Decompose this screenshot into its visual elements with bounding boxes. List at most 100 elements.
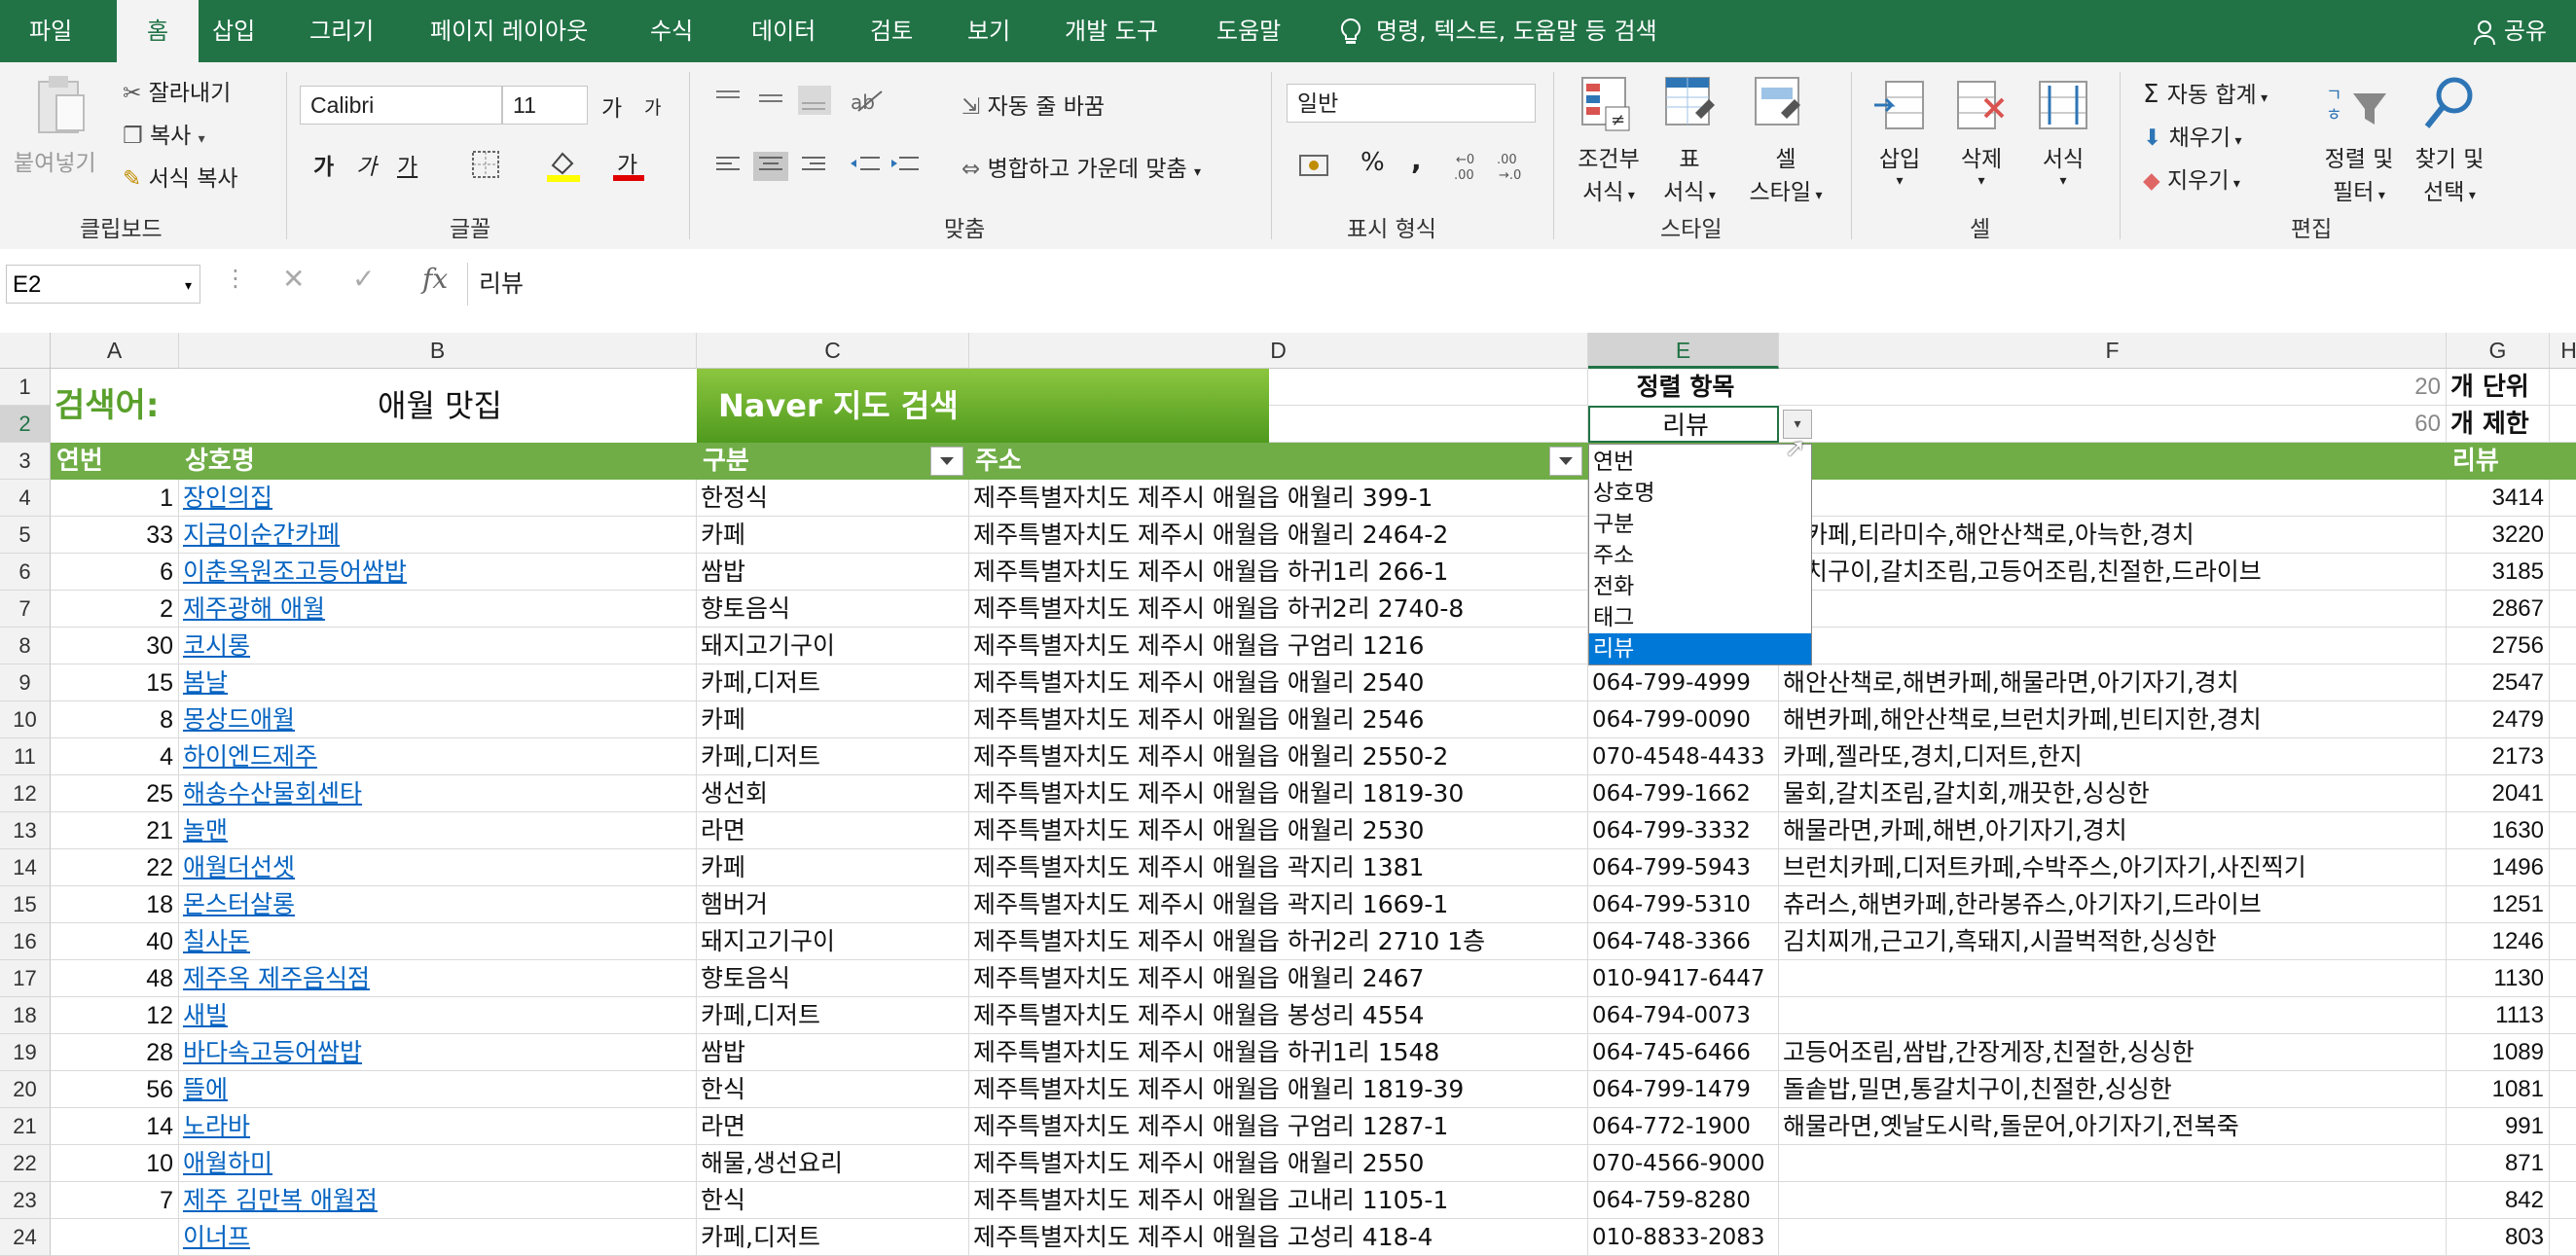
filter-dropdown-button[interactable] [930,447,963,476]
italic-button[interactable]: 가 [356,148,377,181]
cell-address[interactable]: 제주특별자치도 제주시 애월읍 곽지리 1381 [969,849,1588,886]
cell-address[interactable]: 제주특별자치도 제주시 애월읍 하귀1리 1548 [969,1034,1588,1071]
vertical-align-icons[interactable] [714,86,843,115]
cell-address[interactable]: 제주특별자치도 제주시 애월읍 애월리 2550-2 [969,738,1588,775]
cell-no[interactable]: 48 [51,960,179,997]
row-header[interactable]: 22 [0,1145,51,1182]
cell-category[interactable]: 햄버거 [697,886,969,923]
cell-address[interactable]: 제주특별자치도 제주시 애월읍 애월리 399-1 [969,480,1588,517]
cell-name[interactable]: 하이엔드제주 [179,738,697,775]
row-header[interactable]: 13 [0,812,51,849]
insert-cells-button[interactable]: 삽입 ▾ [1872,140,1927,189]
cell-phone[interactable]: 064-794-0073 [1588,997,1779,1034]
cell-phone[interactable]: 010-9417-6447 [1588,960,1779,997]
cell-address[interactable]: 제주특별자치도 제주시 애월읍 구엄리 1287-1 [969,1108,1588,1145]
cell-tags[interactable] [1779,480,2447,517]
font-name-select[interactable]: Calibri [300,86,502,125]
cell-category[interactable]: 카페 [697,701,969,738]
naver-search-button[interactable]: Naver 지도 검색 [697,369,1269,443]
cell-phone[interactable]: 064-799-5310 [1588,886,1779,923]
tab-file[interactable]: 파일 [29,0,72,62]
row-header[interactable]: 23 [0,1182,51,1219]
tab-home[interactable]: 홈 [117,0,199,62]
cell-category[interactable]: 쌈밥 [697,554,969,591]
cell-tags[interactable]: 갈치구이,갈치조림,고등어조림,친절한,드라이브 [1779,554,2447,591]
cell-phone[interactable]: 064-799-5943 [1588,849,1779,886]
enter-icon[interactable]: ✓ [352,263,375,295]
cell-category[interactable]: 카페 [697,517,969,554]
row-header[interactable]: 6 [0,554,51,591]
cut-button[interactable]: ✂ 잘라내기 [123,74,231,107]
search-label-cell[interactable]: 검색어: [51,369,179,443]
cell-reviews[interactable]: 1113 [2447,997,2550,1034]
horizontal-align-icons[interactable] [714,152,851,181]
sort-value-cell[interactable]: 리뷰 [1588,406,1779,443]
cell-phone[interactable]: 064-799-3332 [1588,812,1779,849]
cell-tags[interactable] [1779,1219,2447,1256]
row-header[interactable]: 18 [0,997,51,1034]
unit-count-cell[interactable]: 20 [2291,369,2447,406]
cell-name[interactable]: 몬스터살롱 [179,886,697,923]
table-format-button[interactable]: 표 서식 ▾ [1658,140,1721,206]
find-select-button[interactable]: 찾기 및 선택 ▾ [2410,140,2489,206]
cell-reviews[interactable]: 1089 [2447,1034,2550,1071]
cell-no[interactable]: 21 [51,812,179,849]
cell-category[interactable]: 카페,디저트 [697,1219,969,1256]
decimal-icons[interactable]: ←0.00.00→.0 [1454,148,1536,183]
dropdown-option[interactable]: 구분 [1589,509,1811,540]
grow-font-button[interactable]: 가 [601,90,622,123]
orientation-icon[interactable]: ab [849,86,897,115]
cell-category[interactable]: 카페,디저트 [697,997,969,1034]
cell-category[interactable]: 한식 [697,1071,969,1108]
cell-reviews[interactable]: 1630 [2447,812,2550,849]
cell-name[interactable]: 노라바 [179,1108,697,1145]
cell-tags[interactable]: 해안산책로,해변카페,해물라면,아기자기,경치 [1779,664,2447,701]
sort-label-cell[interactable]: 정렬 항목 [1588,369,1779,406]
cell-no[interactable]: 18 [51,886,179,923]
column-header-c[interactable]: C [697,333,969,369]
cell-reviews[interactable]: 2547 [2447,664,2550,701]
cell-tags[interactable] [1779,997,2447,1034]
cell-category[interactable]: 한정식 [697,480,969,517]
row-header[interactable]: 15 [0,886,51,923]
dropdown-option[interactable]: 태그 [1589,602,1811,633]
cell-address[interactable]: 제주특별자치도 제주시 애월읍 애월리 2530 [969,812,1588,849]
fill-color-icon[interactable] [545,148,584,183]
select-all-corner[interactable] [0,333,51,369]
cell-tags[interactable]: 해물라면,카페,해변,아기자기,경치 [1779,812,2447,849]
search-keyword-cell[interactable]: 애월 맛집 [179,369,697,443]
cell-name[interactable]: 장인의집 [179,480,697,517]
row-header[interactable]: 19 [0,1034,51,1071]
paste-button[interactable]: 붙여넣기 [14,144,96,177]
cell-no[interactable] [51,1219,179,1256]
delete-cells-button[interactable]: 삭제 ▾ [1954,140,2009,189]
cell-name[interactable]: 이춘옥원조고등어쌈밥 [179,554,697,591]
cell-name[interactable]: 봄날 [179,664,697,701]
cell-address[interactable]: 제주특별자치도 제주시 애월읍 고내리 1105-1 [969,1182,1588,1219]
cell-reviews[interactable]: 1081 [2447,1071,2550,1108]
filter-dropdown-button[interactable] [1549,447,1582,476]
cell-address[interactable]: 제주특별자치도 제주시 애월읍 고성리 418-4 [969,1219,1588,1256]
tab-data[interactable]: 데이터 [751,0,816,62]
cell-name[interactable]: 칠사돈 [179,923,697,960]
cell-category[interactable]: 해물,생선요리 [697,1145,969,1182]
cell-reviews[interactable]: 2479 [2447,701,2550,738]
comma-button[interactable]: , [1411,144,1422,176]
row-header[interactable]: 1 [0,369,51,406]
cell-name[interactable]: 이너프 [179,1219,697,1256]
cell-tags[interactable]: 카페,젤라또,경치,디저트,한지 [1779,738,2447,775]
cell-phone[interactable]: 064-799-1662 [1588,775,1779,812]
cell-reviews[interactable]: 1246 [2447,923,2550,960]
clear-button[interactable]: ◆ 지우기 ▾ [2143,161,2240,195]
cell-no[interactable]: 56 [51,1071,179,1108]
cell-category[interactable]: 한식 [697,1182,969,1219]
format-cells-button[interactable]: 서식 ▾ [2036,140,2090,189]
cell-no[interactable]: 7 [51,1182,179,1219]
cell-no[interactable]: 25 [51,775,179,812]
cell-tags[interactable] [1779,591,2447,628]
merge-center-button[interactable]: ⇔ 병합하고 가운데 맞춤 ▾ [961,150,1201,183]
cell-reviews[interactable]: 991 [2447,1108,2550,1145]
cell-category[interactable]: 카페,디저트 [697,738,969,775]
cell-reviews[interactable]: 1251 [2447,886,2550,923]
cell-phone[interactable]: 070-4548-4433 [1588,738,1779,775]
